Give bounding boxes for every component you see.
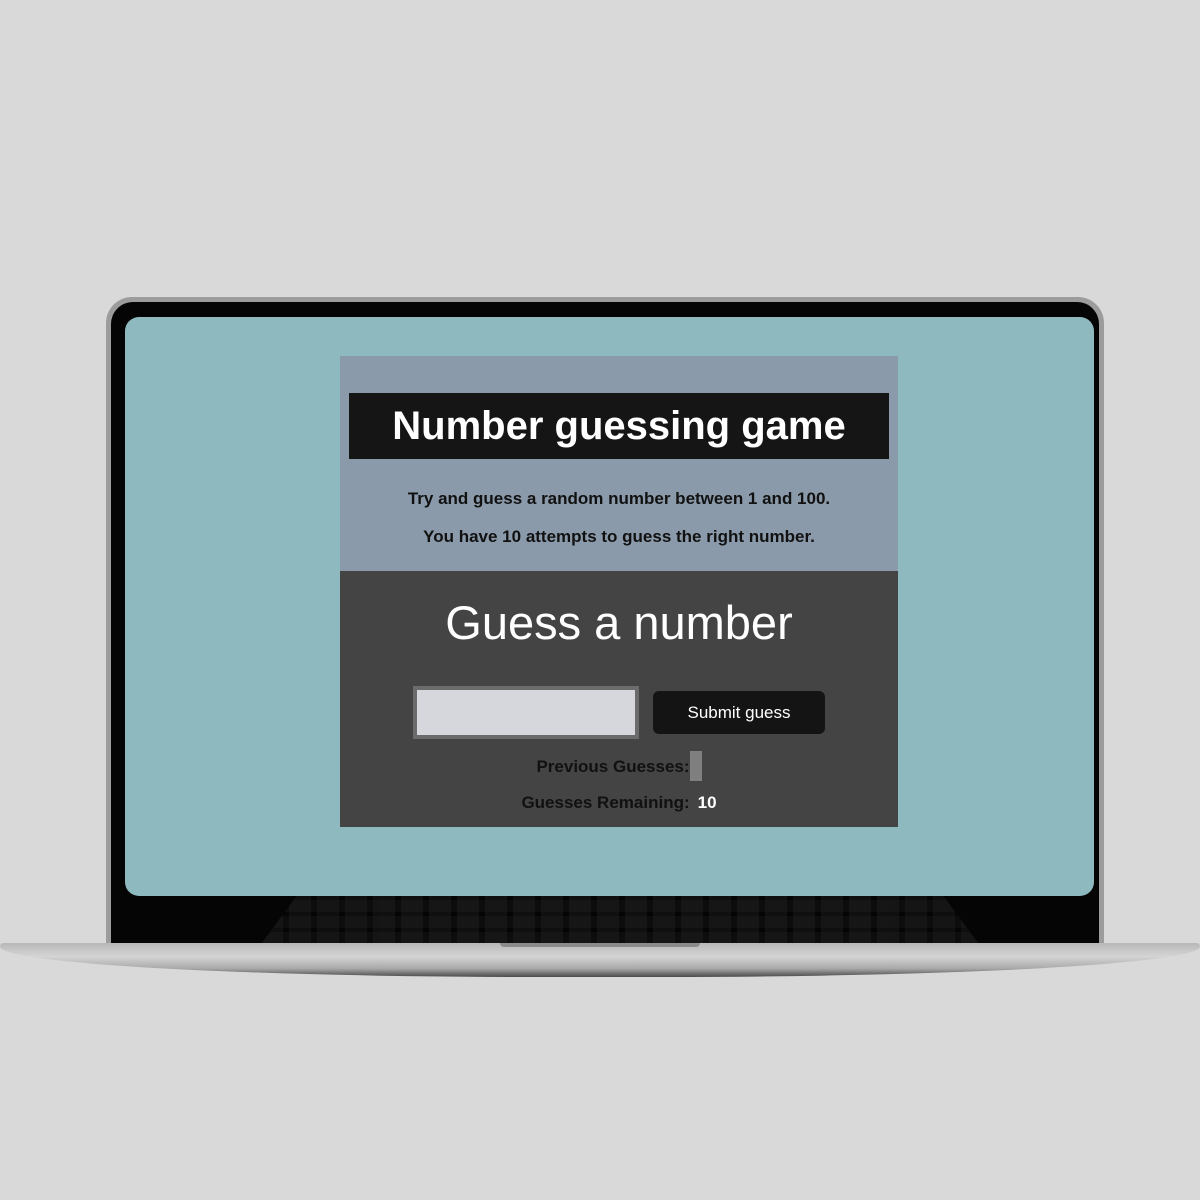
guesses-remaining-label: Guesses Remaining:	[521, 793, 690, 812]
guess-form: Submit guess	[413, 686, 825, 739]
page-title: Number guessing game	[349, 393, 889, 459]
previous-guesses-value	[689, 751, 702, 781]
scene: Number guessing game Try and guess a ran…	[0, 0, 1200, 1200]
laptop-bezel: Number guessing game Try and guess a ran…	[111, 302, 1099, 944]
guesses-remaining-value: 10	[697, 793, 717, 812]
submit-guess-button[interactable]: Submit guess	[653, 691, 825, 734]
guess-heading: Guess a number	[445, 596, 793, 649]
previous-guesses-label: Previous Guesses:	[536, 757, 690, 776]
laptop-lid: Number guessing game Try and guess a ran…	[106, 297, 1104, 949]
guess-section: Guess a number Submit guess Previous Gue…	[340, 571, 898, 827]
laptop-screen: Number guessing game Try and guess a ran…	[125, 317, 1094, 896]
intro-section: Number guessing game Try and guess a ran…	[340, 356, 898, 571]
guess-input[interactable]	[413, 686, 639, 739]
guesses-remaining-row: Guesses Remaining: 10	[340, 793, 898, 813]
intro-line-range: Try and guess a random number between 1 …	[407, 489, 831, 508]
previous-guesses-row: Previous Guesses:	[340, 751, 898, 781]
laptop-base-notch	[500, 943, 700, 947]
intro-line-attempts: You have 10 attempts to guess the right …	[423, 527, 815, 546]
game-page: Number guessing game Try and guess a ran…	[340, 356, 898, 827]
laptop-base	[0, 943, 1200, 977]
